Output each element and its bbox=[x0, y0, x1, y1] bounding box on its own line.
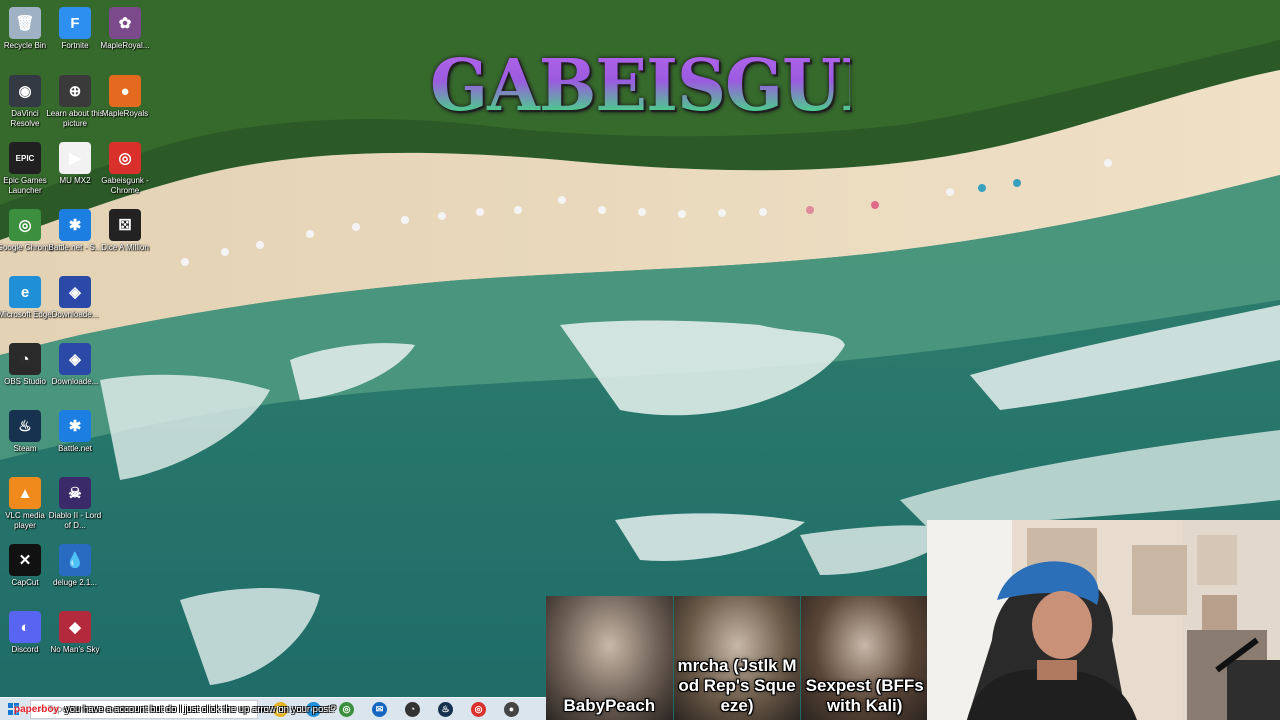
obs-studio-icon: ◔ bbox=[9, 343, 41, 375]
learn-about-picture-icon: ⊕ bbox=[59, 75, 91, 107]
microsoft-edge-icon: e bbox=[9, 276, 41, 308]
downloaded-1-icon: ◈ bbox=[59, 276, 91, 308]
taskbar-app-button[interactable]: ◎ bbox=[462, 698, 495, 720]
desktop-icon-downloaded-1[interactable]: ◈ Downloade... bbox=[47, 273, 103, 337]
gabeisgunk-chrome-icon: ◎ bbox=[109, 142, 141, 174]
stream-title: mrcha (Jstlk Mod Rep's Squeeze) bbox=[677, 656, 797, 715]
desktop-icon-battlenet-shortcut[interactable]: ✱ Battle.net - S... bbox=[47, 206, 103, 270]
desktop-icon-mapleroyals-1[interactable]: ✿ MapleRoyal... bbox=[97, 4, 153, 68]
davinci-resolve-icon: ◉ bbox=[9, 75, 41, 107]
desktop-icon-dice-a-million[interactable]: ⚄ Dice A Million bbox=[97, 206, 153, 270]
stream-card[interactable]: BabyPeach bbox=[546, 596, 673, 720]
mapleroyals-2-icon: ● bbox=[109, 75, 141, 107]
desktop-icon-downloaded-2[interactable]: ◈ Downloade... bbox=[47, 340, 103, 404]
taskbar-app-button[interactable]: ▤ bbox=[264, 698, 297, 720]
taskbar-search-box[interactable]: ⌕ Type here to search bbox=[30, 699, 258, 719]
deluge-icon: 💧 bbox=[59, 544, 91, 576]
desktop-icon-gabeisgunk-chrome[interactable]: ◎ Gabeisgunk - Chrome bbox=[97, 139, 153, 203]
desktop-icon-label: Downloade... bbox=[51, 377, 99, 386]
desktop-icon-no-mans-sky[interactable]: ◆ No Man's Sky bbox=[47, 608, 103, 672]
dice-a-million-icon: ⚄ bbox=[109, 209, 141, 241]
obs-icon: ◔ bbox=[405, 701, 420, 717]
stream-card[interactable]: mrcha (Jstlk Mod Rep's Squeeze) bbox=[673, 596, 801, 720]
google-chrome-icon: ◎ bbox=[9, 209, 41, 241]
app-icon: ● bbox=[504, 701, 519, 717]
downloaded-2-icon: ◈ bbox=[59, 343, 91, 375]
chrome-2-icon: ◎ bbox=[471, 701, 486, 717]
desktop-icon-label: MapleRoyals bbox=[101, 109, 149, 118]
desktop-icon-label: Battle.net bbox=[58, 444, 92, 453]
discord-icon: ◐ bbox=[9, 611, 41, 643]
taskbar-app-button[interactable]: ◎ bbox=[330, 698, 363, 720]
edge-icon: e bbox=[306, 701, 321, 717]
desktop-icon-label: Gabeisgunk - Chrome bbox=[101, 176, 149, 195]
desktop-icon-discord[interactable]: ◐ Discord bbox=[0, 608, 53, 672]
desktop-icon-fortnite[interactable]: F Fortnite bbox=[47, 4, 103, 68]
search-icon: ⌕ bbox=[37, 703, 43, 715]
webcam-feed bbox=[927, 520, 1280, 720]
battlenet-shortcut-icon: ✱ bbox=[59, 209, 91, 241]
recycle-bin-icon: 🗑 bbox=[9, 7, 41, 39]
desktop-icon-recycle-bin[interactable]: 🗑 Recycle Bin bbox=[0, 4, 53, 68]
mail-icon: ✉ bbox=[372, 701, 387, 717]
no-mans-sky-icon: ◆ bbox=[59, 611, 91, 643]
desktop-icon-label: Downloade... bbox=[51, 310, 99, 319]
stream-overlay-title: GABEISGUNK bbox=[430, 34, 961, 139]
desktop-icon-diablo-2[interactable]: ☠ Diablo II - Lord of D... bbox=[47, 474, 103, 538]
taskbar: ⌕ Type here to search ▤ e ◎ ✉ ◔ ♨ ◎ ● bbox=[0, 697, 546, 720]
taskbar-app-button[interactable]: e bbox=[297, 698, 330, 720]
desktop-icon-deluge[interactable]: 💧 deluge 2.1... bbox=[47, 541, 103, 605]
taskbar-pinned-apps: ▤ e ◎ ✉ ◔ ♨ ◎ ● bbox=[264, 698, 528, 720]
start-button[interactable] bbox=[0, 698, 28, 720]
file-explorer-icon: ▤ bbox=[273, 701, 288, 717]
search-placeholder: Type here to search bbox=[47, 704, 128, 714]
diablo-2-icon: ☠ bbox=[59, 477, 91, 509]
desktop-icon-battlenet[interactable]: ✱ Battle.net bbox=[47, 407, 103, 471]
taskbar-app-button[interactable]: ● bbox=[495, 698, 528, 720]
desktop-icon-grid: 🗑 Recycle Bin ◉ DaVinci Resolve EPIC Epic Gam… bbox=[0, 0, 160, 690]
battlenet-icon: ✱ bbox=[59, 410, 91, 442]
windows-logo-icon bbox=[8, 703, 20, 715]
stream-card[interactable]: Sexpest (BFFs with Kali) bbox=[801, 596, 929, 720]
vlc-icon: ▲ bbox=[9, 477, 41, 509]
taskbar-app-button[interactable]: ✉ bbox=[363, 698, 396, 720]
taskbar-app-button[interactable]: ♨ bbox=[429, 698, 462, 720]
mu-mx2-icon: ▶ bbox=[59, 142, 91, 174]
steam-icon: ♨ bbox=[9, 410, 41, 442]
desktop-icon-label: No Man's Sky bbox=[50, 645, 100, 654]
desktop-icon-steam[interactable]: ♨ Steam bbox=[0, 407, 53, 471]
stream-title: Sexpest (BFFs with Kali) bbox=[805, 676, 924, 715]
desktop-icon-label: MapleRoyal... bbox=[100, 41, 150, 50]
desktop-icon-learn-about-picture[interactable]: ⊕ Learn about this picture bbox=[46, 72, 104, 136]
stream-title: BabyPeach bbox=[563, 696, 656, 715]
fortnite-icon: F bbox=[59, 7, 91, 39]
desktop-icon-label: Diablo II - Lord of D... bbox=[48, 511, 102, 530]
desktop-icon-capcut[interactable]: ✕ CapCut bbox=[0, 541, 53, 605]
capcut-icon: ✕ bbox=[9, 544, 41, 576]
epic-games-icon: EPIC bbox=[9, 142, 41, 174]
desktop-icon-mu-mx2[interactable]: ▶ MU MX2 bbox=[47, 139, 103, 203]
chrome-icon: ◎ bbox=[339, 701, 354, 717]
desktop-icon-google-chrome[interactable]: ◎ Google Chrome bbox=[0, 206, 53, 270]
taskbar-app-button[interactable]: ◔ bbox=[396, 698, 429, 720]
desktop-icon-epic-games[interactable]: EPIC Epic Games Launcher bbox=[0, 139, 53, 203]
desktop-icon-label: Dice A Million bbox=[101, 243, 149, 252]
desktop-icon-label: deluge 2.1... bbox=[52, 578, 98, 587]
desktop-icon-microsoft-edge[interactable]: e Microsoft Edge bbox=[0, 273, 53, 337]
mapleroyals-1-icon: ✿ bbox=[109, 7, 141, 39]
stream-channel-cards: BabyPeach mrcha (Jstlk Mod Rep's Squeeze)… bbox=[546, 596, 929, 720]
steam-icon: ♨ bbox=[438, 701, 453, 717]
desktop-icon-obs-studio[interactable]: ◔ OBS Studio bbox=[0, 340, 53, 404]
desktop-icon-mapleroyals-2[interactable]: ● MapleRoyals bbox=[97, 72, 153, 136]
